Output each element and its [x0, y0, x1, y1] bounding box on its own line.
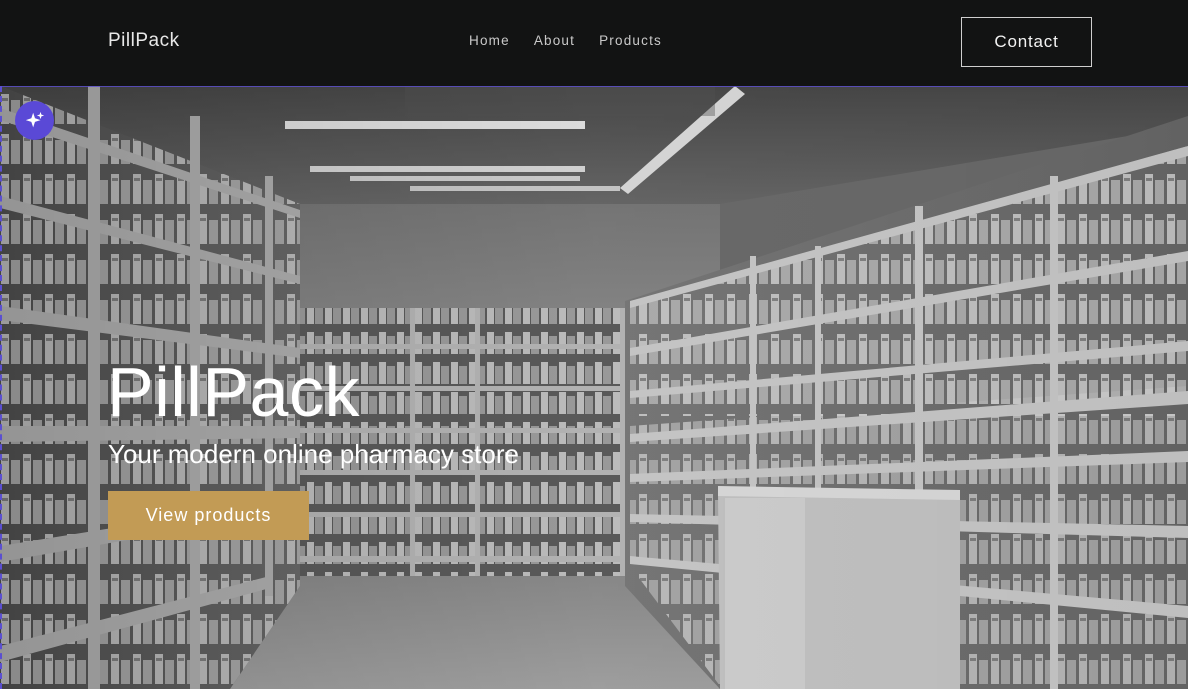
hero-subtitle: Your modern online pharmacy store: [108, 439, 519, 469]
site-header: PillPack Home About Products Contact: [0, 0, 1188, 86]
selection-outline-top: [0, 86, 1188, 87]
nav-link-about[interactable]: About: [534, 33, 575, 48]
sparkle-icon: [25, 111, 44, 127]
contact-button[interactable]: Contact: [961, 17, 1092, 67]
ai-assistant-button[interactable]: [15, 101, 54, 140]
view-products-button[interactable]: View products: [108, 491, 309, 540]
hero-section: PillPack Your modern online pharmacy sto…: [0, 86, 1188, 689]
brand-logo-link[interactable]: PillPack: [108, 30, 180, 52]
hero-title: PillPack: [107, 353, 360, 431]
selection-outline-left: [0, 86, 2, 689]
nav-link-home[interactable]: Home: [469, 33, 510, 48]
nav-link-products[interactable]: Products: [599, 33, 662, 48]
main-nav: Home About Products: [469, 33, 686, 48]
